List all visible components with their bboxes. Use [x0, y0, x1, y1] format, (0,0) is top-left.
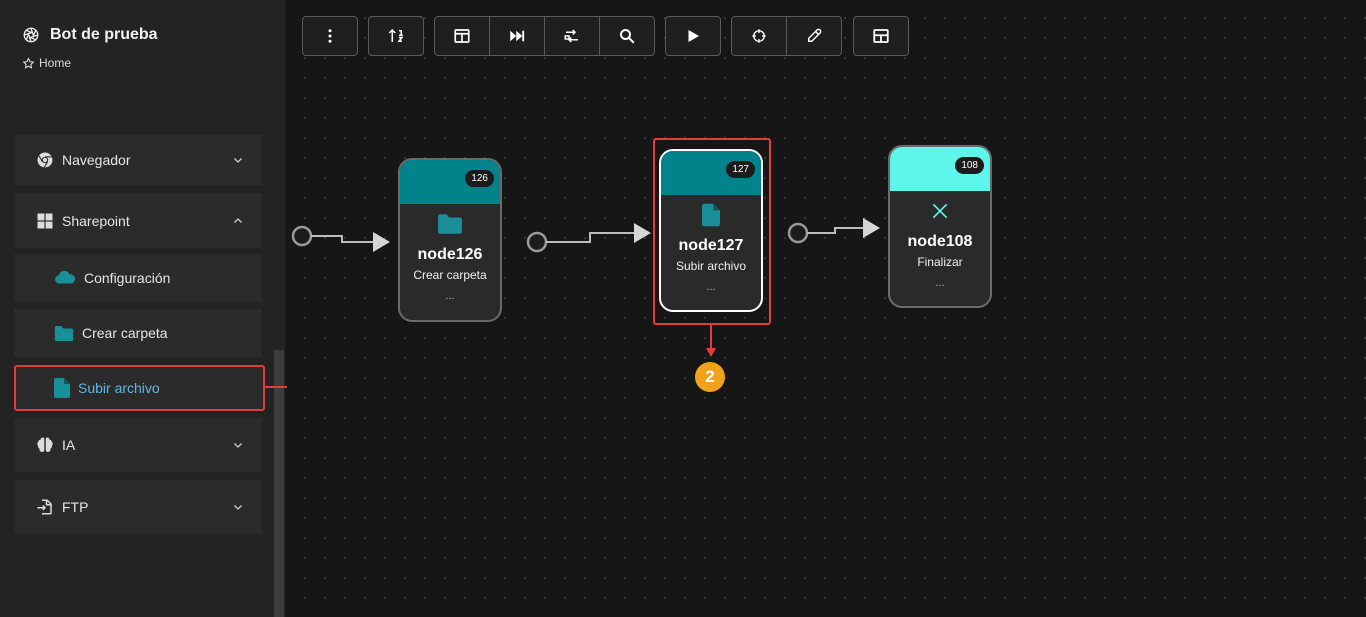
output-port-126[interactable] — [526, 231, 548, 253]
edge-126-127 — [546, 232, 635, 243]
node-header: 126 — [400, 160, 500, 204]
sidebar-category-navegador[interactable]: Navegador — [14, 135, 262, 185]
node-description: Crear carpeta — [413, 268, 487, 282]
flow-node-108[interactable]: 108 node108 Finalizar ... — [888, 145, 992, 308]
sidebar-category-label: Sharepoint — [62, 212, 130, 229]
brain-icon — [37, 437, 53, 452]
chevron-down-icon — [234, 158, 242, 163]
input-port-126[interactable] — [291, 225, 313, 247]
node-icon-wrap — [890, 197, 990, 225]
flow-canvas[interactable]: 126 node126 Crear carpeta ... 127 node12… — [287, 0, 1366, 617]
flow-node-126[interactable]: 126 node126 Crear carpeta ... — [398, 158, 502, 322]
close-icon — [932, 203, 948, 219]
sidebar-category-ia[interactable]: IA — [14, 418, 262, 472]
highlight-node-127 — [653, 138, 771, 325]
edge-in-126 — [311, 235, 375, 243]
node-id-badge: 108 — [955, 157, 984, 174]
node-icon-wrap — [400, 210, 500, 238]
folder-icon — [438, 214, 462, 234]
sidebar-category-sharepoint[interactable]: Sharepoint — [14, 193, 262, 248]
sidebar-item-label: Crear carpeta — [82, 325, 168, 341]
node-name: node108 — [907, 233, 973, 250]
sidebar-item-configuracion[interactable]: Configuración — [14, 254, 262, 302]
star-icon — [22, 56, 35, 69]
output-port-127[interactable] — [787, 222, 809, 244]
chevron-up-icon — [234, 217, 242, 223]
sidebar: Bot de prueba Home Navegador Sharepoint … — [0, 0, 286, 617]
arrow-head-108 — [863, 218, 880, 238]
folder-icon — [54, 325, 74, 341]
bot-title: Bot de prueba — [22, 26, 158, 44]
sidebar-category-label: IA — [62, 437, 76, 453]
sidebar-item-label: Configuración — [84, 270, 171, 286]
cloud-icon — [55, 270, 76, 284]
aperture-icon — [23, 27, 39, 43]
chrome-icon — [37, 152, 53, 168]
arrow-head-127 — [634, 223, 651, 243]
node-name: node126 — [417, 246, 483, 263]
node-id-badge: 126 — [465, 170, 494, 187]
windows-icon — [37, 213, 53, 228]
chevron-down-icon — [234, 443, 242, 448]
sidebar-category-label: FTP — [62, 499, 89, 515]
arrow-head-126 — [373, 232, 390, 252]
node-ellipsis: ... — [935, 277, 945, 289]
node-description: Finalizar — [917, 255, 963, 269]
step-badge-2: 2 — [695, 362, 725, 392]
sidebar-category-ftp[interactable]: FTP — [14, 480, 262, 534]
annotation-arrow-2 — [706, 324, 716, 357]
file-import-icon — [37, 499, 52, 515]
bot-title-text: Bot de prueba — [50, 26, 158, 43]
breadcrumb-home[interactable]: Home — [22, 56, 158, 70]
app-root: Bot de prueba Home Navegador Sharepoint … — [0, 0, 1366, 617]
breadcrumb-home-label: Home — [39, 56, 72, 70]
node-ellipsis: ... — [445, 290, 455, 302]
sidebar-header: Bot de prueba Home — [22, 26, 158, 70]
edge-127-108 — [807, 227, 863, 234]
chevron-down-icon — [234, 505, 242, 510]
highlight-subir-archivo — [14, 365, 265, 411]
sidebar-item-crear-carpeta[interactable]: Crear carpeta — [14, 309, 262, 357]
node-header: 108 — [890, 147, 990, 191]
sidebar-category-label: Navegador — [62, 152, 131, 168]
